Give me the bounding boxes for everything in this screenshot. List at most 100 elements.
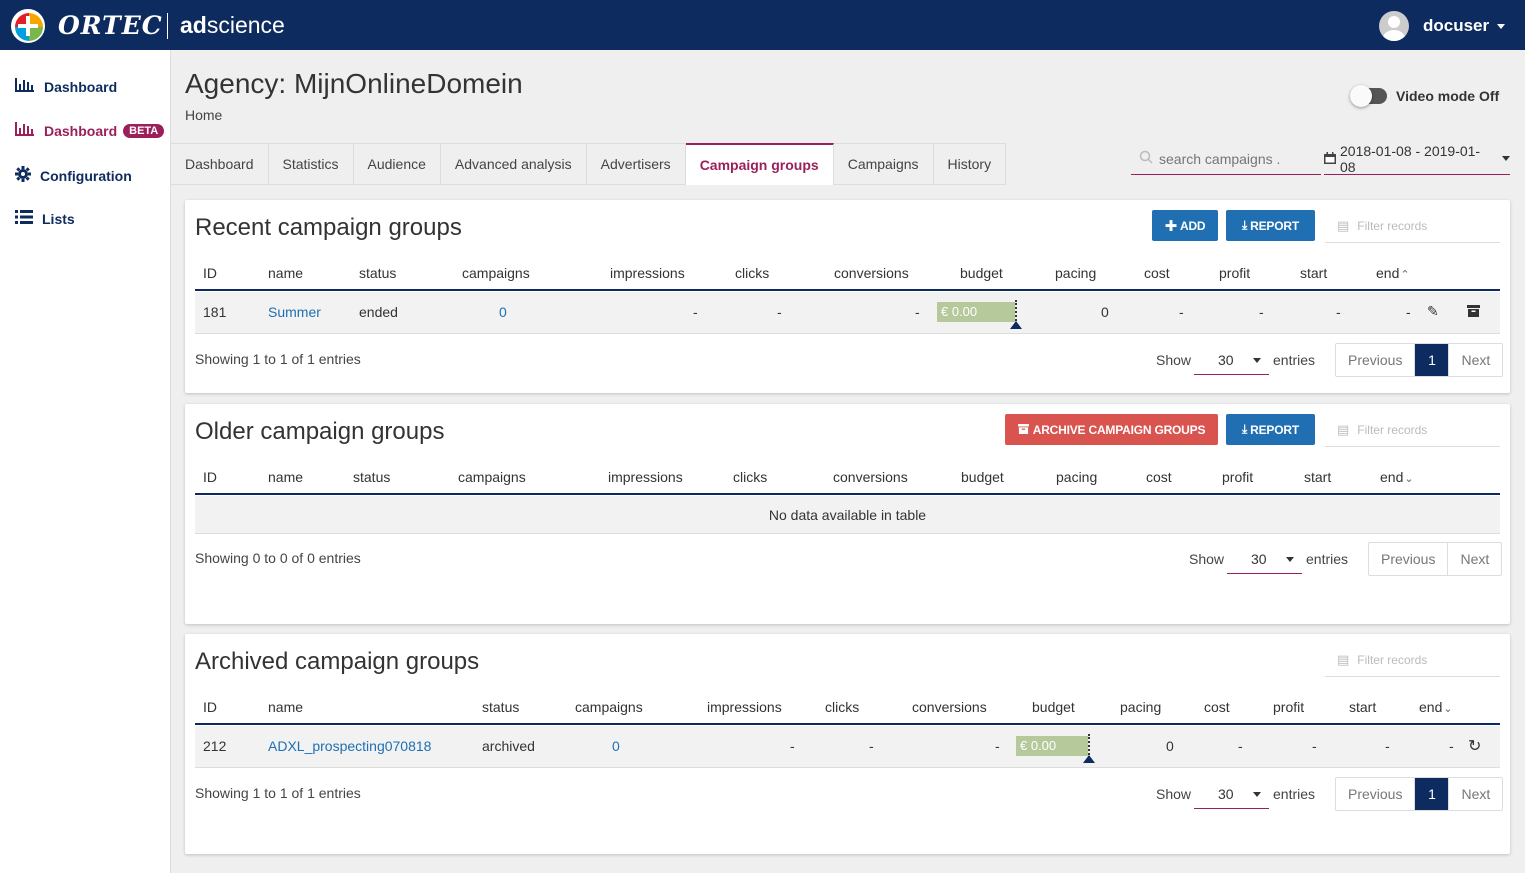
next-page-button[interactable]: Next bbox=[1448, 543, 1501, 575]
col-start[interactable]: start bbox=[1349, 699, 1376, 715]
col-clicks[interactable]: clicks bbox=[825, 699, 859, 715]
col-cost[interactable]: cost bbox=[1204, 699, 1230, 715]
col-id[interactable]: ID bbox=[203, 699, 217, 715]
tab-campaign-groups[interactable]: Campaign groups bbox=[685, 143, 834, 185]
previous-page-button[interactable]: Previous bbox=[1369, 543, 1449, 575]
entries-label: entries bbox=[1273, 786, 1316, 802]
tab-audience[interactable]: Audience bbox=[353, 143, 441, 185]
col-end[interactable]: end⌄ bbox=[1419, 699, 1453, 715]
col-budget[interactable]: budget bbox=[1032, 699, 1075, 715]
cell-status: archived bbox=[482, 738, 535, 754]
sidebar-item-dashboard-beta[interactable]: Dashboard BETA bbox=[14, 122, 165, 140]
next-page-button[interactable]: Next bbox=[1448, 778, 1502, 810]
col-cost[interactable]: cost bbox=[1144, 265, 1170, 281]
col-profit[interactable]: profit bbox=[1273, 699, 1304, 715]
restore-icon[interactable]: ↻ bbox=[1468, 736, 1481, 756]
campaign-group-link[interactable]: Summer bbox=[268, 304, 321, 320]
tab-advertisers[interactable]: Advertisers bbox=[586, 143, 686, 185]
add-button[interactable]: ✚ ADD bbox=[1152, 210, 1218, 241]
cell-pacing: 0 bbox=[1166, 738, 1174, 754]
report-button[interactable]: ⤓ REPORT bbox=[1226, 414, 1315, 445]
tab-history[interactable]: History bbox=[933, 143, 1007, 185]
page-length-select[interactable]: 30 bbox=[1227, 544, 1302, 574]
col-status[interactable]: status bbox=[482, 699, 519, 715]
cell-cost: - bbox=[1179, 304, 1184, 320]
col-pacing[interactable]: pacing bbox=[1120, 699, 1161, 715]
sidebar-item-label: Lists bbox=[42, 211, 75, 227]
col-impressions[interactable]: impressions bbox=[608, 469, 683, 485]
entries-label: entries bbox=[1306, 551, 1349, 567]
previous-page-button[interactable]: Previous bbox=[1336, 344, 1416, 376]
ortec-logo-icon[interactable] bbox=[11, 9, 45, 43]
page-1-button[interactable]: 1 bbox=[1415, 344, 1449, 376]
previous-page-button[interactable]: Previous bbox=[1336, 778, 1416, 810]
archive-icon[interactable] bbox=[1467, 304, 1480, 320]
filter-records-input[interactable]: ▤ Filter records bbox=[1325, 643, 1500, 677]
col-conversions[interactable]: conversions bbox=[912, 699, 987, 715]
sidebar-item-dashboard[interactable]: Dashboard bbox=[14, 78, 117, 96]
col-start[interactable]: start bbox=[1304, 469, 1331, 485]
col-clicks[interactable]: clicks bbox=[735, 265, 769, 281]
download-icon: ⤓ bbox=[1242, 422, 1248, 436]
col-campaigns[interactable]: campaigns bbox=[458, 469, 526, 485]
col-start[interactable]: start bbox=[1300, 265, 1327, 281]
report-button[interactable]: ⤓ REPORT bbox=[1226, 210, 1315, 241]
sidebar-item-configuration[interactable]: Configuration bbox=[14, 166, 132, 186]
cell-status: ended bbox=[359, 304, 398, 320]
user-menu[interactable]: docuser bbox=[1379, 11, 1506, 41]
cell-clicks: - bbox=[777, 304, 782, 320]
page-length-select[interactable]: 30 bbox=[1194, 345, 1269, 375]
col-conversions[interactable]: conversions bbox=[834, 265, 909, 281]
col-profit[interactable]: profit bbox=[1222, 469, 1253, 485]
card-title: Recent campaign groups bbox=[195, 214, 462, 241]
video-mode-toggle[interactable] bbox=[1350, 85, 1387, 107]
archive-campaign-groups-button[interactable]: ARCHIVE CAMPAIGN GROUPS bbox=[1005, 414, 1218, 445]
chevron-down-icon bbox=[1253, 792, 1261, 797]
pagination: Previous Next bbox=[1368, 542, 1503, 576]
filter-records-input[interactable]: ▤ Filter records bbox=[1325, 413, 1500, 447]
col-name[interactable]: name bbox=[268, 265, 303, 281]
col-status[interactable]: status bbox=[353, 469, 390, 485]
campaign-group-link[interactable]: ADXL_prospecting070818 bbox=[268, 738, 431, 754]
sidebar-item-lists[interactable]: Lists bbox=[14, 210, 75, 228]
col-name[interactable]: name bbox=[268, 469, 303, 485]
col-clicks[interactable]: clicks bbox=[733, 469, 767, 485]
product-name: adscience bbox=[180, 12, 285, 38]
edit-icon[interactable]: ✎ bbox=[1427, 303, 1439, 320]
page-length-select[interactable]: 30 bbox=[1194, 779, 1269, 809]
tab-statistics[interactable]: Statistics bbox=[268, 143, 354, 185]
col-impressions[interactable]: impressions bbox=[707, 699, 782, 715]
col-pacing[interactable]: pacing bbox=[1056, 469, 1097, 485]
col-end-label: end bbox=[1376, 265, 1400, 281]
tab-advanced-analysis[interactable]: Advanced analysis bbox=[440, 143, 587, 185]
search-input[interactable] bbox=[1159, 150, 1319, 167]
col-id[interactable]: ID bbox=[203, 469, 217, 485]
col-campaigns[interactable]: campaigns bbox=[575, 699, 643, 715]
col-status[interactable]: status bbox=[359, 265, 396, 281]
col-id[interactable]: ID bbox=[203, 265, 217, 281]
col-end[interactable]: end⌄ bbox=[1380, 469, 1414, 485]
cell-end: - bbox=[1449, 738, 1454, 754]
col-conversions[interactable]: conversions bbox=[833, 469, 908, 485]
next-page-button[interactable]: Next bbox=[1448, 344, 1502, 376]
filter-records-input[interactable]: ▤ Filter records bbox=[1325, 209, 1500, 243]
campaigns-count-link[interactable]: 0 bbox=[499, 304, 507, 320]
col-cost[interactable]: cost bbox=[1146, 469, 1172, 485]
col-impressions[interactable]: impressions bbox=[610, 265, 685, 281]
col-budget[interactable]: budget bbox=[961, 469, 1004, 485]
campaigns-count-link[interactable]: 0 bbox=[612, 738, 620, 754]
tab-dashboard[interactable]: Dashboard bbox=[171, 143, 269, 185]
col-profit[interactable]: profit bbox=[1219, 265, 1250, 281]
page-1-button[interactable]: 1 bbox=[1415, 778, 1449, 810]
col-end[interactable]: end⌃ bbox=[1376, 265, 1410, 281]
col-pacing[interactable]: pacing bbox=[1055, 265, 1096, 281]
col-campaigns[interactable]: campaigns bbox=[462, 265, 530, 281]
cell-impressions: - bbox=[693, 304, 698, 320]
col-name[interactable]: name bbox=[268, 699, 303, 715]
breadcrumb[interactable]: Home bbox=[185, 107, 222, 123]
card-title: Older campaign groups bbox=[195, 418, 445, 445]
col-budget[interactable]: budget bbox=[960, 265, 1003, 281]
chevron-down-icon bbox=[1286, 557, 1294, 562]
date-range-picker[interactable]: 2018-01-08 - 2019-01-08 bbox=[1324, 143, 1510, 175]
tab-campaigns[interactable]: Campaigns bbox=[833, 143, 934, 185]
